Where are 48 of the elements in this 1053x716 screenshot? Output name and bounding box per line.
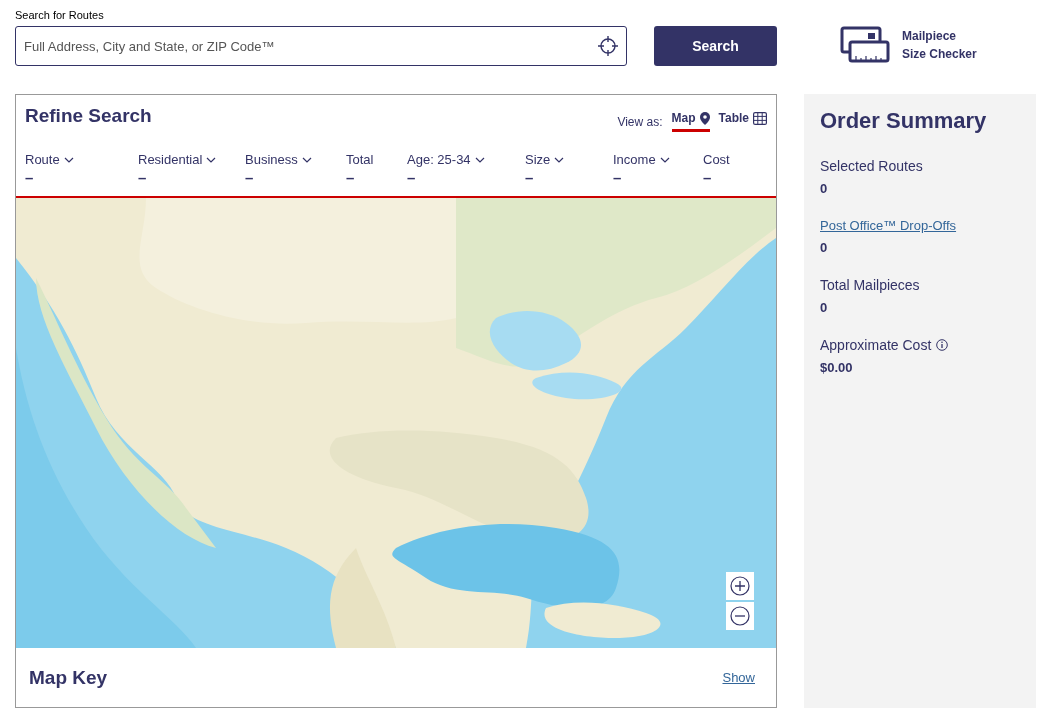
view-as-label: View as: — [617, 114, 663, 129]
order-summary-title: Order Summary — [820, 108, 988, 134]
table-icon — [753, 111, 767, 125]
search-button[interactable]: Search — [654, 26, 777, 66]
column-filter[interactable]: Residential — [138, 152, 217, 167]
column-label: Total — [346, 152, 374, 167]
column-value: – — [525, 169, 534, 186]
info-icon[interactable] — [936, 339, 949, 351]
map-pin-icon — [699, 111, 710, 125]
column-filter[interactable]: Size — [525, 152, 565, 167]
summary-value: 0 — [820, 181, 829, 196]
column-value: – — [703, 169, 712, 186]
search-label: Search for Routes — [15, 9, 105, 21]
drop-offs-link[interactable]: Post Office™ Drop-Offs — [820, 218, 957, 233]
view-tab[interactable]: Table — [718, 111, 767, 132]
show-link[interactable]: Show — [722, 670, 755, 685]
column-value: – — [346, 169, 355, 186]
caret-icon — [301, 156, 312, 163]
search-field[interactable]: Full Address, City and State, or ZIP Code™ — [15, 26, 627, 66]
zoom-in-button[interactable] — [726, 572, 754, 600]
summary-label: Approximate Cost — [820, 337, 932, 353]
view-tab[interactable]: Map — [671, 111, 710, 132]
column-label: Cost — [703, 152, 730, 167]
column-filter[interactable]: Income — [613, 152, 670, 167]
summary-label: Total Mailpieces — [820, 277, 921, 293]
zoom-out-button[interactable] — [726, 602, 754, 630]
column-filter[interactable]: Business — [245, 152, 312, 167]
column-value: – — [613, 169, 622, 186]
mailpiece-ruler-icon[interactable] — [840, 26, 890, 64]
column-value: – — [138, 169, 147, 186]
summary-value: $0.00 — [820, 360, 854, 375]
size-checker-link[interactable]: Mailpiece Size Checker — [902, 27, 977, 63]
column-filter[interactable]: Route — [25, 152, 74, 167]
caret-icon — [659, 156, 670, 163]
column-value: – — [245, 169, 254, 186]
crosshair-icon[interactable] — [598, 36, 618, 56]
refine-title: Refine Search — [25, 105, 152, 127]
map-key-title: Map Key — [29, 666, 108, 689]
column-filter[interactable]: Age: 25-34 — [407, 152, 485, 167]
column-value: – — [407, 169, 416, 186]
caret-icon — [554, 156, 565, 163]
column-value: – — [25, 169, 34, 186]
caret-icon — [63, 156, 74, 163]
caret-icon — [206, 156, 217, 163]
summary-label: Selected Routes — [820, 158, 924, 174]
summary-value: 0 — [820, 300, 829, 315]
caret-icon — [474, 156, 485, 163]
summary-value: 0 — [820, 240, 829, 255]
